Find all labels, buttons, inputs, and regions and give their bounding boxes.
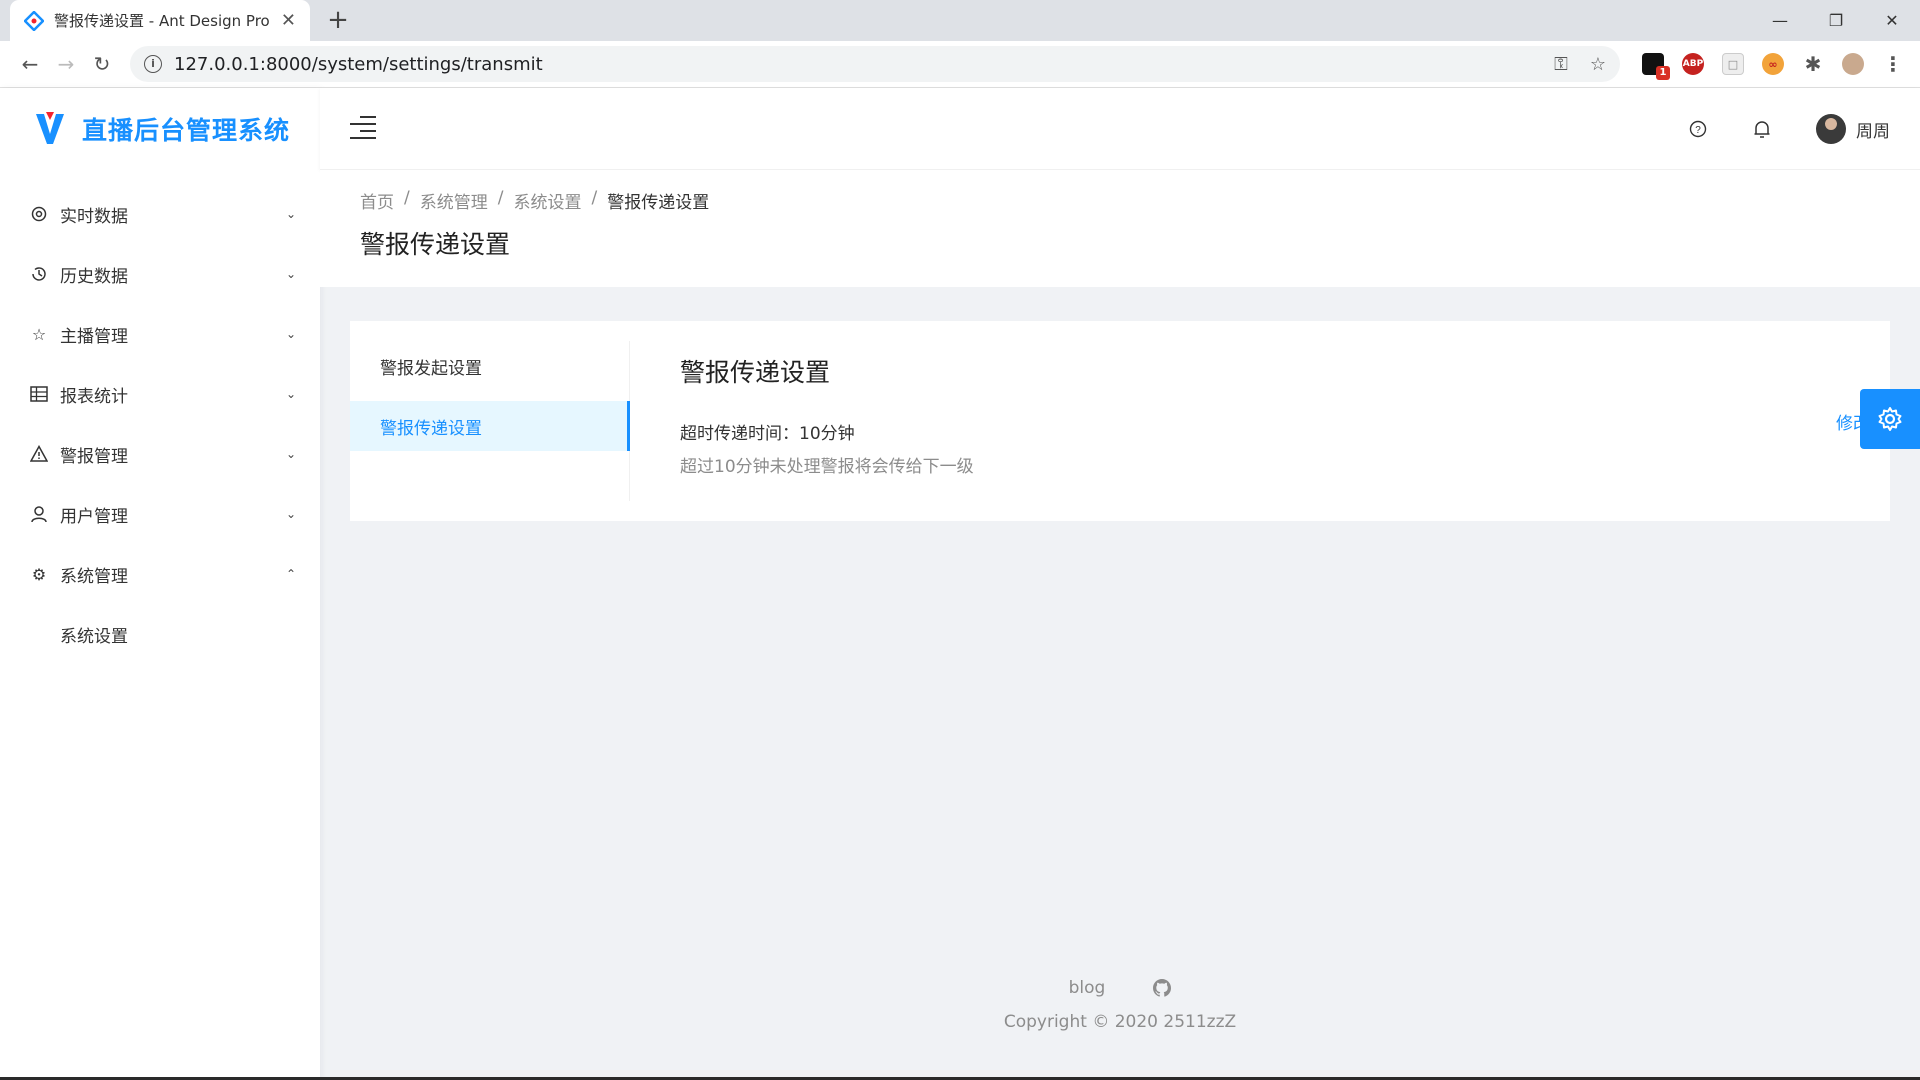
timeout-setting-description: 超过10分钟未处理警报将会传给下一级: [680, 457, 974, 477]
forward-button[interactable]: →: [48, 46, 84, 82]
logo-text: 直播后台管理系统: [82, 116, 291, 145]
logo[interactable]: 直播后台管理系统: [0, 88, 320, 170]
bell-icon[interactable]: [1752, 119, 1772, 139]
footer: blog Copyright © 2020 2511zzZ: [320, 978, 1920, 1032]
sidebar-item-label: 主播管理: [60, 326, 128, 347]
tab-close-icon[interactable]: ✕: [281, 10, 296, 31]
site-info-icon[interactable]: i: [144, 55, 162, 73]
chevron-down-icon: ⌄: [285, 387, 296, 401]
logo-icon: [36, 112, 64, 144]
sidebar-item-report[interactable]: 报表统计 ⌄: [0, 364, 320, 424]
new-tab-button[interactable]: +: [324, 6, 352, 34]
breadcrumb-system[interactable]: 系统管理: [420, 188, 488, 213]
key-icon[interactable]: ⚿: [1554, 54, 1568, 75]
chevron-down-icon: ⌄: [285, 207, 296, 221]
breadcrumb-separator: /: [497, 188, 504, 208]
realtime-icon: [30, 205, 48, 223]
page-title: 警报传递设置: [360, 230, 511, 259]
header-actions: ? 周周: [1688, 88, 1890, 170]
sidebar-subitem-settings[interactable]: 系统设置: [0, 604, 320, 664]
sidebar-item-anchor[interactable]: ☆ 主播管理 ⌄: [0, 304, 320, 364]
close-window-icon[interactable]: ✕: [1864, 0, 1920, 41]
breadcrumb-home[interactable]: 首页: [360, 188, 394, 213]
restore-icon[interactable]: ❐: [1808, 0, 1864, 41]
browser-tabbar: 警报传递设置 - Ant Design Pro ✕ + — ❐ ✕: [0, 0, 1920, 41]
github-icon[interactable]: [1153, 979, 1172, 997]
chevron-down-icon: ⌄: [285, 327, 296, 341]
question-icon[interactable]: ?: [1688, 119, 1708, 139]
page-header: 首页 / 系统管理 / 系统设置 / 警报传递设置 警报传递设置: [320, 170, 1920, 287]
puzzle-icon[interactable]: ✱: [1802, 52, 1824, 76]
chevron-up-icon: ⌃: [285, 567, 296, 581]
window-controls: — ❐ ✕: [1752, 0, 1920, 41]
extension-icon[interactable]: 1: [1642, 53, 1670, 80]
extensions: 1 ABP □ ∞ ✱ ⋮: [1642, 52, 1904, 80]
back-button[interactable]: ←: [12, 46, 48, 82]
breadcrumb: 首页 / 系统管理 / 系统设置 / 警报传递设置: [360, 188, 709, 213]
sidebar: 直播后台管理系统 实时数据 ⌄ 历史数据 ⌄ ☆ 主播管理 ⌄ 报表统计 ⌄ 警…: [0, 88, 320, 1080]
sidebar-item-label: 报表统计: [60, 386, 128, 407]
star-icon: ☆: [31, 324, 47, 344]
ant-design-favicon-icon: [24, 10, 44, 31]
sidebar-item-history[interactable]: 历史数据 ⌄: [0, 244, 320, 304]
chevron-down-icon: ⌄: [285, 267, 296, 281]
svg-text:?: ?: [1695, 125, 1701, 136]
blog-link[interactable]: blog: [1069, 978, 1106, 998]
settings-menu-item-initiate[interactable]: 警报发起设置: [350, 341, 629, 391]
tab-title: 警报传递设置 - Ant Design Pro: [54, 12, 270, 30]
table-icon: [30, 385, 48, 403]
extension-badge: 1: [1656, 66, 1670, 80]
settings-menu-item-transmit[interactable]: 警报传递设置: [350, 401, 630, 451]
sidebar-item-label: 实时数据: [60, 206, 128, 227]
browser-toolbar: ← → ↻ i 127.0.0.1:8000/system/settings/t…: [0, 41, 1920, 88]
chevron-down-icon: ⌄: [285, 507, 296, 521]
extension-infinity-icon[interactable]: ∞: [1762, 53, 1784, 75]
breadcrumb-settings[interactable]: 系统设置: [513, 188, 581, 213]
settings-title: 警报传递设置: [680, 358, 831, 387]
sidebar-item-label: 历史数据: [60, 266, 128, 287]
user-icon: [30, 505, 48, 523]
settings-menu: 警报发起设置 警报传递设置: [350, 341, 630, 501]
sidebar-item-alarm[interactable]: 警报管理 ⌄: [0, 424, 320, 484]
top-header: ? 周周: [320, 88, 1920, 170]
reload-button[interactable]: ↻: [84, 46, 120, 82]
settings-content: 警报传递设置 超时传递时间：10分钟 超过10分钟未处理警报将会传给下一级: [680, 353, 1850, 477]
adblock-icon[interactable]: ABP: [1682, 53, 1704, 75]
user-name: 周周: [1856, 121, 1890, 142]
address-bar[interactable]: i 127.0.0.1:8000/system/settings/transmi…: [130, 46, 1620, 82]
setting-drawer-button[interactable]: [1860, 389, 1920, 449]
footer-links: blog: [320, 978, 1920, 998]
menu-fold-icon[interactable]: [350, 116, 376, 139]
sidebar-menu: 实时数据 ⌄ 历史数据 ⌄ ☆ 主播管理 ⌄ 报表统计 ⌄ 警报管理 ⌄ 用户管…: [0, 184, 320, 664]
browser-tab[interactable]: 警报传递设置 - Ant Design Pro ✕: [10, 0, 310, 41]
url-text[interactable]: 127.0.0.1:8000/system/settings/transmit: [174, 54, 1532, 75]
profile-avatar-icon[interactable]: [1842, 53, 1864, 75]
app-layout: 直播后台管理系统 实时数据 ⌄ 历史数据 ⌄ ☆ 主播管理 ⌄ 报表统计 ⌄ 警…: [0, 88, 1920, 1080]
sidebar-item-label: 警报管理: [60, 446, 128, 467]
minimize-icon[interactable]: —: [1752, 0, 1808, 41]
warning-icon: [30, 445, 48, 463]
sidebar-item-label: 用户管理: [60, 506, 128, 527]
timeout-setting-text: 超时传递时间：10分钟: [680, 424, 855, 444]
sidebar-item-user[interactable]: 用户管理 ⌄: [0, 484, 320, 544]
breadcrumb-separator: /: [404, 188, 410, 208]
bookmark-star-icon[interactable]: ☆: [1590, 54, 1606, 75]
sidebar-item-system[interactable]: ⚙ 系统管理 ⌃: [0, 544, 320, 604]
extension-box-icon[interactable]: □: [1722, 53, 1744, 75]
copyright-text: Copyright © 2020 2511zzZ: [1003, 1012, 1237, 1032]
sidebar-item-label: 系统管理: [60, 566, 128, 587]
breadcrumb-separator: /: [591, 188, 598, 208]
history-icon: [30, 265, 48, 283]
chevron-down-icon: ⌄: [285, 447, 296, 461]
setting-icon: ⚙: [31, 564, 47, 584]
breadcrumb-current: 警报传递设置: [607, 193, 710, 213]
avatar: [1816, 114, 1846, 144]
gear-icon: [1878, 407, 1902, 431]
sidebar-item-realtime[interactable]: 实时数据 ⌄: [0, 184, 320, 244]
browser-menu-icon[interactable]: ⋮: [1882, 52, 1904, 76]
user-menu[interactable]: 周周: [1816, 114, 1890, 144]
settings-card: 警报发起设置 警报传递设置 警报传递设置 超时传递时间：10分钟 超过10分钟未…: [350, 321, 1890, 521]
